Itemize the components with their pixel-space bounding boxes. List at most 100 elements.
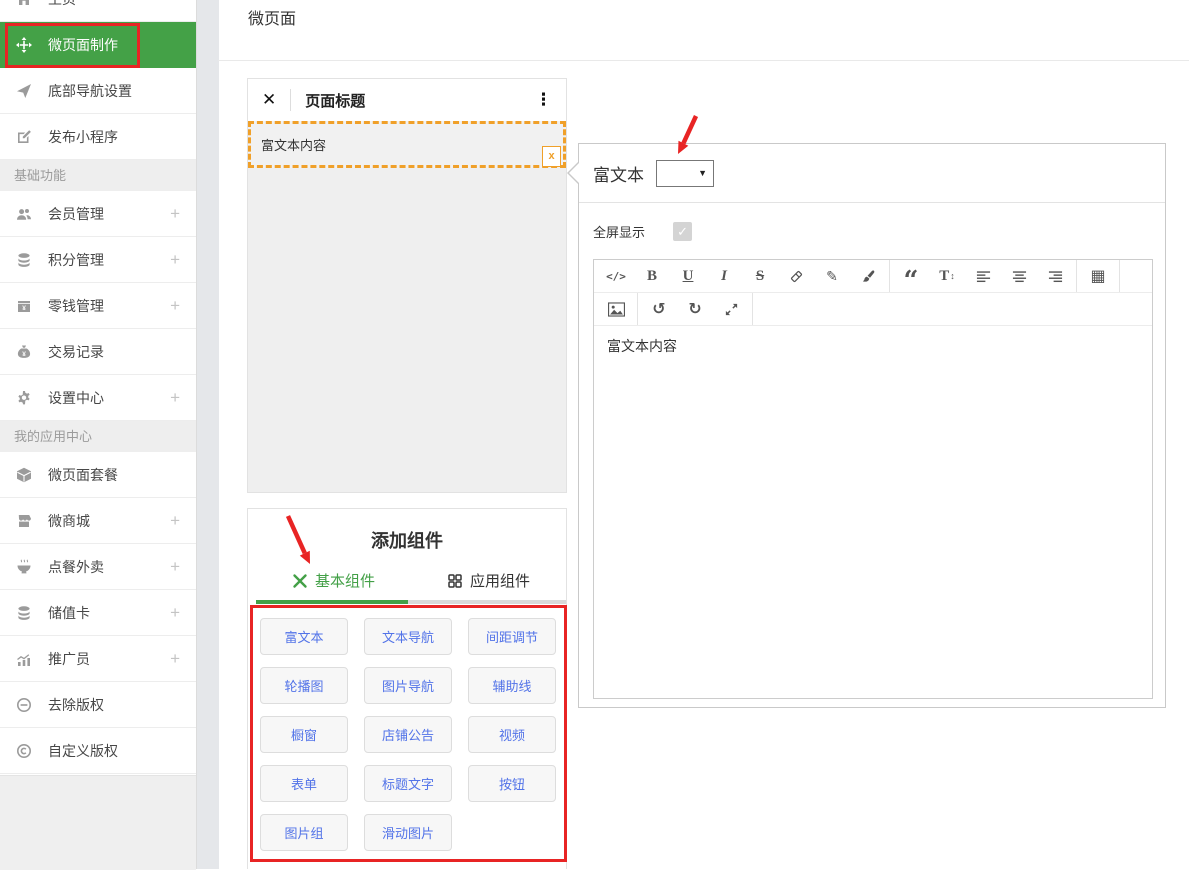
tab-underline [256,600,566,604]
bowl-icon [16,559,34,575]
code-icon[interactable]: </> [598,260,634,292]
delete-component-button[interactable]: x [542,146,561,167]
fullscreen-checkbox[interactable]: ✓ [673,222,692,241]
sidebar-item-gear[interactable]: 设置中心+ [0,375,196,421]
component-button[interactable]: 间距调节 [468,618,556,655]
toolbar-separator [637,293,638,325]
component-button[interactable]: 按钮 [468,765,556,802]
toolbar-separator [889,260,890,292]
chevron-down-icon: ▼ [698,168,707,178]
phone-header: ✕ 页面标题 ⋮ [248,79,566,121]
chart-icon [16,651,34,667]
fullscreen-label: 全屏显示 [593,222,645,241]
sidebar: 主页微页面制作底部导航设置发布小程序基础功能会员管理+积分管理+¥零钱管理+¥交… [0,0,196,775]
sidebar-item-wallet[interactable]: ¥零钱管理+ [0,283,196,329]
sidebar-item-users[interactable]: 会员管理+ [0,191,196,237]
sidebar-item-moneybag[interactable]: ¥交易记录 [0,329,196,375]
component-button[interactable]: 滑动图片 [364,814,452,851]
brush-icon[interactable] [850,260,886,292]
users-icon [16,206,34,222]
edit-icon [16,129,34,145]
sidebar-item-edit[interactable]: 发布小程序 [0,114,196,160]
editor-content-area[interactable]: 富文本内容 [594,326,1152,706]
tab-app-components[interactable]: 应用组件 [411,570,566,591]
tab-basic-components[interactable]: 基本组件 [256,570,411,591]
sidebar-item-coins[interactable]: 储值卡+ [0,590,196,636]
sidebar-item-minus-circle[interactable]: 去除版权 [0,682,196,728]
component-button[interactable]: 文本导航 [364,618,452,655]
sidebar-item-shop[interactable]: 微商城+ [0,498,196,544]
close-icon[interactable]: ✕ [262,90,276,110]
sidebar-item-move[interactable]: 微页面制作 [0,22,196,68]
sidebar-item-plane[interactable]: 底部导航设置 [0,68,196,114]
toolbar-separator [1119,260,1120,292]
component-button[interactable]: 辅助线 [468,667,556,704]
sidebar-item-label: 推广员 [48,649,90,669]
sidebar-item-label: 点餐外卖 [48,557,104,577]
component-button[interactable]: 图片组 [260,814,348,851]
strike-icon[interactable]: S [742,260,778,292]
component-button[interactable]: 轮播图 [260,667,348,704]
expand-plus-icon: + [170,250,180,270]
underline-icon[interactable]: U [670,260,706,292]
bold-icon[interactable]: B [634,260,670,292]
move-icon [16,37,34,53]
toolbar-separator [752,293,753,325]
component-button-grid: 富文本文本导航间距调节轮播图图片导航辅助线橱窗店铺公告视频表单标题文字按钮图片组… [260,618,556,851]
svg-text:¥: ¥ [22,305,26,312]
shop-icon [16,513,34,529]
expand-plus-icon: + [170,557,180,577]
sidebar-item-label: 会员管理 [48,204,104,224]
plane-icon [16,83,34,99]
table-icon[interactable]: ▦ [1080,260,1116,292]
component-button[interactable]: 表单 [260,765,348,802]
sidebar-section-header: 基础功能 [0,160,196,191]
quote-icon[interactable]: “ [893,260,929,292]
preview-page-title: 页面标题 [305,90,365,111]
align-center-icon[interactable] [1001,260,1037,292]
sidebar-gutter [196,0,219,869]
redo-icon[interactable]: ↻ [677,293,713,325]
sidebar-item-bowl[interactable]: 点餐外卖 + [0,544,196,590]
component-button[interactable]: 橱窗 [260,716,348,753]
component-button[interactable]: 图片导航 [364,667,452,704]
italic-icon[interactable]: I [706,260,742,292]
selected-richtext-component[interactable]: 富文本内容 x [248,121,566,168]
component-button[interactable]: 富文本 [260,618,348,655]
component-button[interactable]: 视频 [468,716,556,753]
component-button[interactable]: 标题文字 [364,765,452,802]
coins-icon [16,605,34,621]
moneybag-icon: ¥ [16,344,34,360]
richtext-style-dropdown[interactable]: ▼ [656,160,714,187]
inspector-component-label: 富文本 [593,161,644,186]
sidebar-item-chart[interactable]: 推广员+ [0,636,196,682]
kebab-menu-icon[interactable]: ⋮ [535,90,552,110]
undo-icon[interactable]: ↺ [641,293,677,325]
sidebar-item-label: 去除版权 [48,695,104,715]
sidebar-item-home[interactable]: 主页 [0,0,196,22]
eraser-icon[interactable] [778,260,814,292]
sidebar-footer-area [0,775,196,870]
align-left-icon[interactable] [965,260,1001,292]
selected-component-label: 富文本内容 [261,135,326,154]
pen-icon[interactable]: ✎ [814,260,850,292]
add-components-title: 添加组件 [248,527,566,553]
header-divider [218,60,1189,61]
text-size-icon[interactable]: T↕ [929,260,965,292]
tools-icon [292,572,309,589]
richtext-editor: </>BUIS✎“T↕▦↺↻ 富文本内容 [593,259,1153,699]
image-icon[interactable] [598,293,634,325]
align-right-icon[interactable] [1037,260,1073,292]
sidebar-item-cube[interactable]: 微页面套餐 [0,452,196,498]
sidebar-item-coins[interactable]: 积分管理+ [0,237,196,283]
sidebar-item-copyright[interactable]: 自定义版权 [0,728,196,774]
phone-preview: ✕ 页面标题 ⋮ 富文本内容 x [247,78,567,493]
expand-icon[interactable] [713,293,749,325]
cube-icon [16,467,34,483]
sidebar-item-label: 微商城 [48,511,90,531]
page-title: 微页面 [248,5,296,29]
svg-text:¥: ¥ [22,350,26,357]
add-components-panel: 添加组件 基本组件应用组件 富文本文本导航间距调节轮播图图片导航辅助线橱窗店铺公… [247,508,567,869]
copyright-icon [16,743,34,759]
component-button[interactable]: 店铺公告 [364,716,452,753]
